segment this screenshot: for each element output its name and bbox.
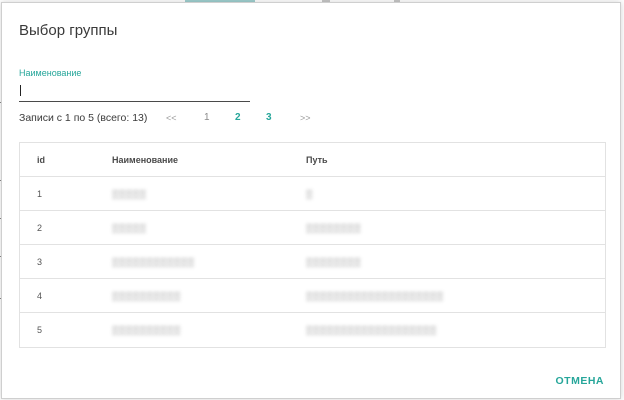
cancel-button[interactable]: ОТМЕНА <box>556 375 605 387</box>
row-id: 1 <box>37 189 43 199</box>
row-path-redacted: ▒▒▒▒▒▒▒▒ <box>306 223 362 233</box>
page-button-1[interactable]: 1 <box>204 112 210 123</box>
dialog-title: Выбор группы <box>19 22 118 39</box>
page-button-2[interactable]: 2 <box>235 112 241 123</box>
table-header-row: id Наименование Путь <box>20 143 605 177</box>
row-name-redacted: ▒▒▒▒▒▒▒▒▒▒ <box>112 291 181 301</box>
row-path-redacted: ▒▒▒▒▒▒▒▒▒▒▒▒▒▒▒▒▒▒▒ <box>306 325 437 335</box>
last-page-button[interactable]: >> <box>300 113 311 123</box>
column-header-name: Наименование <box>112 155 179 165</box>
table-row[interactable]: 3 ▒▒▒▒▒▒▒▒▒▒▒▒ ▒▒▒▒▒▒▒▒ <box>20 245 605 279</box>
row-id: 3 <box>37 257 43 267</box>
table-row[interactable]: 1 ▒▒▒▒▒ ▒ <box>20 177 605 211</box>
row-name-redacted: ▒▒▒▒▒ <box>112 223 147 233</box>
column-header-path: Путь <box>306 155 328 165</box>
row-path-redacted: ▒ <box>306 189 313 199</box>
table-row[interactable]: 5 ▒▒▒▒▒▒▒▒▒▒ ▒▒▒▒▒▒▒▒▒▒▒▒▒▒▒▒▒▒▒ <box>20 313 605 347</box>
name-filter-label: Наименование <box>19 68 82 78</box>
text-caret <box>20 85 21 96</box>
group-select-dialog: Выбор группы Наименование Записи с 1 по … <box>1 2 621 399</box>
groups-table: id Наименование Путь 1 ▒▒▒▒▒ ▒ 2 ▒▒▒▒▒ ▒… <box>19 142 606 348</box>
row-id: 5 <box>37 325 43 335</box>
table-row[interactable]: 2 ▒▒▒▒▒ ▒▒▒▒▒▒▒▒ <box>20 211 605 245</box>
first-page-button[interactable]: << <box>166 113 177 123</box>
page-button-3[interactable]: 3 <box>266 112 272 123</box>
row-id: 4 <box>37 291 43 301</box>
row-name-redacted: ▒▒▒▒▒▒▒▒▒▒▒▒ <box>112 257 195 267</box>
row-name-redacted: ▒▒▒▒▒ <box>112 189 147 199</box>
table-row[interactable]: 4 ▒▒▒▒▒▒▒▒▒▒ ▒▒▒▒▒▒▒▒▒▒▒▒▒▒▒▒▒▒▒▒ <box>20 279 605 313</box>
row-name-redacted: ▒▒▒▒▒▒▒▒▒▒ <box>112 325 181 335</box>
records-info: Записи с 1 по 5 (всего: 13) <box>19 112 148 124</box>
name-filter-input[interactable] <box>19 83 250 102</box>
row-path-redacted: ▒▒▒▒▒▒▒▒ <box>306 257 362 267</box>
row-path-redacted: ▒▒▒▒▒▒▒▒▒▒▒▒▒▒▒▒▒▒▒▒ <box>306 291 444 301</box>
row-id: 2 <box>37 223 43 233</box>
column-header-id: id <box>37 155 45 165</box>
